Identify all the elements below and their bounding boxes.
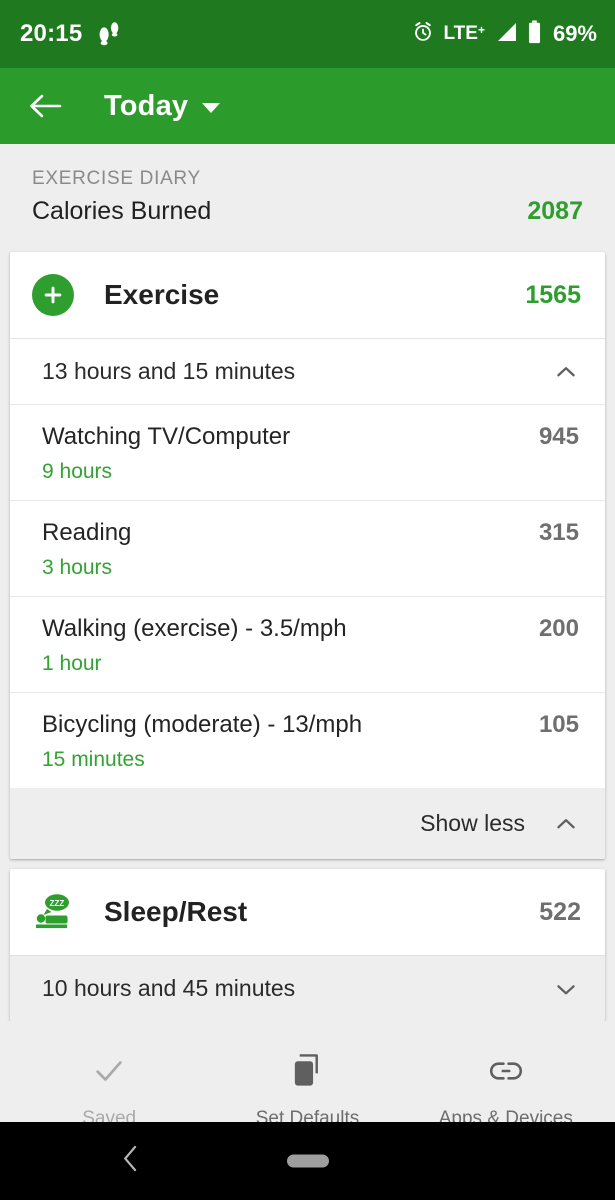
system-nav-bar xyxy=(0,1122,615,1200)
entry-top: Walking (exercise) - 3.5/mph 200 xyxy=(42,615,579,643)
battery-icon xyxy=(527,19,542,49)
chevron-down-icon[interactable] xyxy=(553,976,579,1002)
entry-calories: 945 xyxy=(538,423,579,450)
calories-burned-value: 2087 xyxy=(527,197,583,225)
chevron-up-icon[interactable] xyxy=(553,359,579,385)
diary-kicker: EXERCISE DIARY xyxy=(32,168,201,189)
show-less-button[interactable]: Show less xyxy=(10,788,605,859)
nav-home-pill[interactable] xyxy=(286,1154,329,1168)
entry-calories: 200 xyxy=(538,615,579,642)
add-exercise-button[interactable] xyxy=(32,274,74,316)
app-bar: Today xyxy=(0,68,615,144)
entry-name: Reading xyxy=(42,519,132,546)
calories-burned-label: Calories Burned xyxy=(32,197,212,225)
sleep-rest-card: ZZZ Sleep/Rest 522 10 hours and 45 minut… xyxy=(10,869,605,1021)
entry-duration: 1 hour xyxy=(42,652,102,675)
bottom-action-bar: Saved Set Defaults Apps & Devices xyxy=(0,1021,615,1122)
exercise-title: Exercise xyxy=(104,279,220,310)
entry-name: Bicycling (moderate) - 13/mph xyxy=(42,711,363,738)
nav-back-chevron-icon[interactable] xyxy=(118,1144,144,1179)
entry-duration: 3 hours xyxy=(42,556,113,579)
status-bar: 20:15 LTE + 69% xyxy=(0,0,615,68)
entry-top: Reading 315 xyxy=(42,519,579,547)
check-icon xyxy=(92,1049,126,1093)
sleeping-person-icon: ZZZ xyxy=(32,891,74,933)
plus-icon xyxy=(44,286,62,304)
set-defaults-button[interactable]: Set Defaults xyxy=(209,1049,405,1122)
exercise-total: 1565 xyxy=(525,280,581,309)
exercise-summary-text: 13 hours and 15 minutes xyxy=(42,358,296,384)
sleep-rest-title: Sleep/Rest xyxy=(104,896,248,927)
calories-burned-row: Calories Burned 2087 xyxy=(32,197,583,226)
signal-bars-icon xyxy=(494,21,518,48)
entry-top: Bicycling (moderate) - 13/mph 105 xyxy=(42,711,579,739)
entry-calories: 105 xyxy=(538,711,579,738)
back-button[interactable] xyxy=(24,85,66,127)
footprints-icon xyxy=(96,21,122,47)
set-defaults-label: Set Defaults xyxy=(255,1108,360,1122)
apps-devices-button[interactable]: Apps & Devices xyxy=(408,1049,604,1122)
entry-name: Watching TV/Computer xyxy=(42,423,291,450)
sleep-rest-total: 522 xyxy=(539,897,581,926)
entry-duration: 9 hours xyxy=(42,460,113,483)
table-row[interactable]: Walking (exercise) - 3.5/mph 200 1 hour xyxy=(10,596,605,692)
arrow-left-icon xyxy=(30,94,62,118)
battery-percent: 69% xyxy=(552,21,597,46)
diary-header: EXERCISE DIARY Calories Burned 2087 xyxy=(0,144,615,242)
saved-label: Saved xyxy=(82,1108,137,1122)
entry-top: Watching TV/Computer 945 xyxy=(42,423,579,451)
sleep-rest-card-header[interactable]: ZZZ Sleep/Rest 522 xyxy=(10,869,605,955)
page-title: Today xyxy=(104,89,189,122)
status-time: 20:15 xyxy=(20,20,83,47)
status-bar-right: LTE + 69% xyxy=(412,19,597,49)
entry-duration: 15 minutes xyxy=(42,748,145,771)
sleep-rest-summary-row[interactable]: 10 hours and 45 minutes xyxy=(10,955,605,1021)
table-row[interactable]: Watching TV/Computer 945 9 hours xyxy=(10,404,605,500)
copy-icon xyxy=(291,1049,323,1093)
main-content: EXERCISE DIARY Calories Burned 2087 Exer… xyxy=(0,144,615,1122)
entry-name: Walking (exercise) - 3.5/mph xyxy=(42,615,347,642)
exercise-summary-row[interactable]: 13 hours and 15 minutes xyxy=(10,338,605,404)
exercise-card: Exercise 1565 13 hours and 15 minutes Wa… xyxy=(10,252,605,859)
alarm-clock-icon xyxy=(412,21,434,48)
entry-calories: 315 xyxy=(538,519,579,546)
status-bar-left: 20:15 xyxy=(20,20,122,48)
chevron-up-icon[interactable] xyxy=(553,811,579,837)
date-selector[interactable]: Today xyxy=(104,89,221,123)
sleep-rest-summary-text: 10 hours and 45 minutes xyxy=(42,975,296,1001)
caret-down-icon xyxy=(202,103,221,113)
phone-screen: 20:15 LTE + 69% Today EXERCISE DIARY Cal… xyxy=(0,0,615,1200)
network-type: LTE + xyxy=(443,23,485,44)
table-row[interactable]: Bicycling (moderate) - 13/mph 105 15 min… xyxy=(10,692,605,788)
exercise-card-header[interactable]: Exercise 1565 xyxy=(10,252,605,338)
show-less-label: Show less xyxy=(420,810,525,836)
link-icon xyxy=(488,1049,524,1093)
table-row[interactable]: Reading 315 3 hours xyxy=(10,500,605,596)
svg-text:ZZZ: ZZZ xyxy=(50,899,65,908)
saved-button[interactable]: Saved xyxy=(11,1049,207,1122)
apps-devices-label: Apps & Devices xyxy=(438,1108,573,1122)
